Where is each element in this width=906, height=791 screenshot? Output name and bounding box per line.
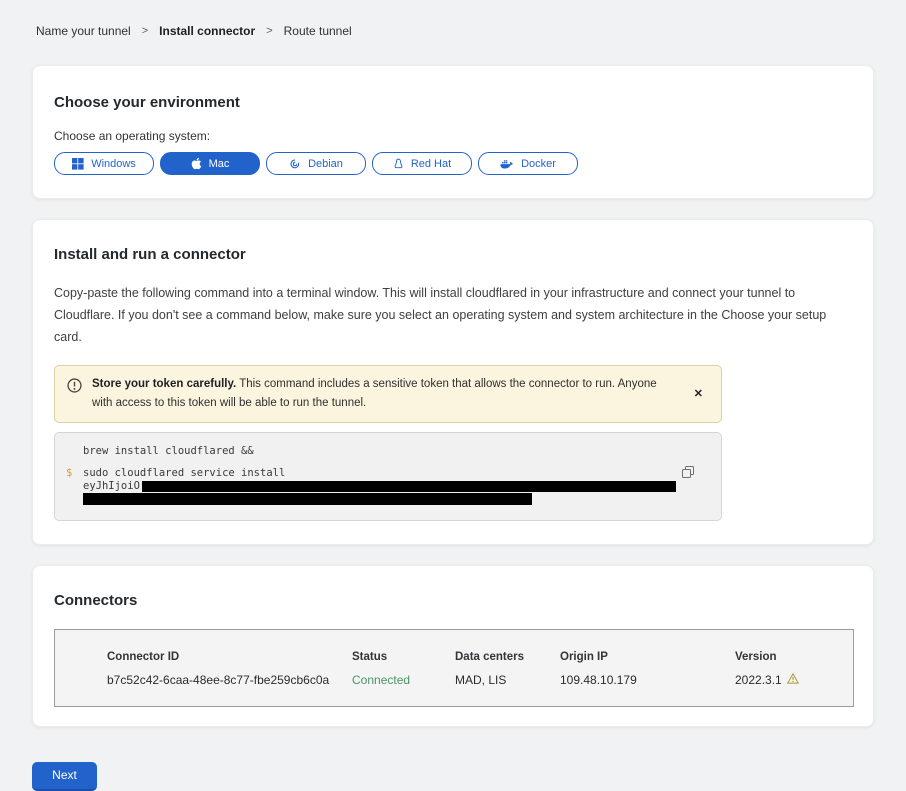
header-origin-ip: Origin IP [560,651,735,663]
code-line-brew: brew install cloudflared && [66,446,707,458]
code-line-token: eyJhIjoiO [66,481,707,493]
shell-prompt: $ [66,468,83,480]
token-prefix-text: eyJhIjoiO [83,481,140,493]
status-badge: Connected [352,673,455,687]
version-text: 2022.3.1 [735,673,782,687]
alert-circle-icon [67,378,82,396]
next-button[interactable]: Next [32,762,97,791]
connectors-title: Connectors [54,592,852,609]
redacted-token-bar [83,493,532,505]
token-warning-banner: Store your token carefully. This command… [54,365,722,423]
choose-environment-title: Choose your environment [54,94,852,111]
header-status: Status [352,651,455,663]
os-button-mac-label: Mac [209,158,230,170]
token-warning-text: Store your token carefully. This command… [92,375,678,413]
os-button-group: Windows Mac Debian Red Hat Docker [54,152,852,175]
os-button-redhat[interactable]: Red Hat [372,152,472,175]
version-warning-icon [787,673,799,687]
breadcrumb: Name your tunnel > Install connector > R… [0,0,906,38]
close-icon[interactable]: ✕ [688,385,709,402]
choose-environment-card: Choose your environment Choose an operat… [32,65,874,199]
header-connector-id: Connector ID [107,651,352,663]
token-warning-title: Store your token carefully. [92,378,236,390]
docker-icon [500,158,514,170]
os-button-windows[interactable]: Windows [54,152,154,175]
column-origin-ip: Origin IP 109.48.10.179 [560,651,735,687]
cell-version: 2022.3.1 [735,673,845,687]
breadcrumb-route-tunnel[interactable]: Route tunnel [284,24,352,38]
cell-origin-ip: 109.48.10.179 [560,673,735,687]
column-version: Version 2022.3.1 [735,651,845,687]
cell-connector-id: b7c52c42-6caa-48ee-8c77-fbe259cb6c0a [107,673,352,687]
install-connector-card: Install and run a connector Copy-paste t… [32,219,874,545]
os-button-debian[interactable]: Debian [266,152,366,175]
os-button-debian-label: Debian [308,158,343,170]
redacted-token-bar [142,481,676,492]
connectors-table: Connector ID b7c52c42-6caa-48ee-8c77-fbe… [54,629,854,707]
code-line-service-install-text: sudo cloudflared service install [83,468,285,480]
operating-system-label: Choose an operating system: [54,129,852,143]
install-description: Copy-paste the following command into a … [54,283,849,349]
redhat-icon [393,158,404,170]
debian-icon [289,158,301,170]
apple-icon [191,157,202,170]
install-connector-title: Install and run a connector [54,246,852,263]
os-button-docker-label: Docker [521,158,556,170]
breadcrumb-separator: > [142,25,148,37]
windows-icon [72,158,84,170]
connectors-card: Connectors Connector ID b7c52c42-6caa-48… [32,565,874,727]
code-line-service-install: $ sudo cloudflared service install [66,468,707,480]
os-button-docker[interactable]: Docker [478,152,578,175]
cell-data-centers: MAD, LIS [455,673,560,687]
header-data-centers: Data centers [455,651,560,663]
column-connector-id: Connector ID b7c52c42-6caa-48ee-8c77-fbe… [107,651,352,687]
breadcrumb-separator: > [266,25,272,37]
column-data-centers: Data centers MAD, LIS [455,651,560,687]
copy-icon[interactable] [679,463,697,484]
column-status: Status Connected [352,651,455,687]
os-button-mac[interactable]: Mac [160,152,260,175]
breadcrumb-install-connector[interactable]: Install connector [159,24,255,38]
header-version: Version [735,651,845,663]
os-button-redhat-label: Red Hat [411,158,451,170]
os-button-windows-label: Windows [91,158,136,170]
install-command-codeblock: brew install cloudflared && $ sudo cloud… [54,432,722,521]
breadcrumb-name-your-tunnel[interactable]: Name your tunnel [36,24,131,38]
